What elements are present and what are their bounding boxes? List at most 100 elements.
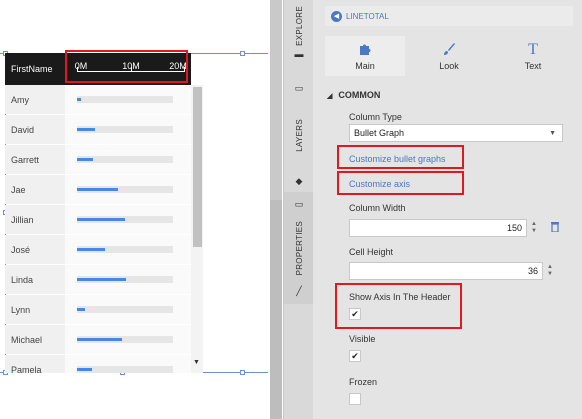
tab-layers-label: LAYERS: [294, 118, 304, 152]
table-row[interactable]: Linda: [5, 265, 191, 295]
collapse-triangle-icon: ◢: [327, 93, 333, 100]
visible-checkbox[interactable]: ✔: [349, 350, 361, 362]
explore-icon: ▬: [294, 48, 304, 59]
properties-panel: ◀ LINETOTAL Main Look T Text ◢ COMMON Col…: [313, 0, 582, 419]
first-name-cell: Jae: [5, 175, 65, 204]
bullet-track: [77, 276, 173, 283]
bullet-track: [77, 156, 173, 163]
tab-explore-label: EXPLORE: [294, 6, 304, 46]
bullet-bar: [77, 158, 94, 161]
tab-properties-label: PROPERTIES: [294, 220, 304, 276]
tab-text-label: Text: [524, 60, 542, 71]
section-common[interactable]: ◢ COMMON: [327, 90, 380, 100]
wrench-icon: ╱: [296, 285, 302, 296]
properties-panel-icon: ▭: [294, 199, 304, 209]
first-name-cell: Michael: [5, 325, 65, 354]
splitter[interactable]: [270, 0, 282, 419]
visible-label: Visible: [349, 334, 376, 344]
bullet-graph-cell: [65, 175, 191, 204]
tab-look-label: Look: [439, 60, 459, 71]
table-row[interactable]: Jillian: [5, 205, 191, 235]
scrollbar-thumb[interactable]: [193, 87, 202, 247]
bullet-track: [77, 246, 173, 253]
cell-height-stepper[interactable]: ▲ ▼: [545, 262, 555, 280]
brush-icon: [442, 42, 456, 58]
bullet-track: [77, 366, 173, 373]
first-name-cell: David: [5, 115, 65, 144]
frozen-label: Frozen: [349, 377, 378, 387]
scroll-down-icon[interactable]: ▼: [193, 359, 200, 366]
back-label: LINETOTAL: [346, 11, 389, 21]
column-type-select[interactable]: Bullet Graph ▼: [349, 124, 563, 142]
side-tab-bar: EXPLORE ▬ ▭ LAYERS ◆ ▭ PROPERTIES ╱: [283, 0, 314, 419]
bullet-bar: [77, 98, 81, 101]
resize-handle-bottom-right[interactable]: [240, 370, 245, 375]
bullet-bar: [77, 308, 85, 311]
bullet-bar: [77, 278, 126, 281]
table-row[interactable]: Lynn: [5, 295, 191, 325]
puzzle-icon: [358, 42, 372, 58]
bullet-graph-cell: [65, 85, 191, 114]
bullet-graph-cell: [65, 325, 191, 354]
table-row[interactable]: José: [5, 235, 191, 265]
tab-main-label: Main: [355, 60, 375, 71]
first-name-cell: Lynn: [5, 295, 65, 324]
bullet-bar: [77, 368, 93, 371]
bullet-bar: [77, 248, 105, 251]
highlight-axis-header: [65, 50, 188, 83]
table-row[interactable]: Garrett: [5, 145, 191, 175]
bullet-graph-cell: [65, 265, 191, 294]
chevron-down-icon: ▼: [549, 130, 556, 137]
tab-look[interactable]: Look: [409, 36, 489, 76]
tab-properties[interactable]: ▭ PROPERTIES ╱: [284, 192, 314, 304]
tab-layers[interactable]: ▭ LAYERS ◆: [284, 80, 314, 190]
bullet-bar: [77, 338, 123, 341]
table-row[interactable]: David: [5, 115, 191, 145]
bullet-graph-cell: [65, 295, 191, 324]
bullet-track: [77, 306, 173, 313]
first-name-cell: José: [5, 235, 65, 264]
bullet-track: [77, 186, 173, 193]
table-row[interactable]: Pamela: [5, 355, 191, 373]
back-button[interactable]: ◀ LINETOTAL: [325, 6, 573, 26]
trash-icon[interactable]: [550, 221, 560, 235]
bullet-track: [77, 126, 173, 133]
bullet-graph-cell: [65, 115, 191, 144]
resize-handle-top-right[interactable]: [240, 51, 245, 56]
highlight-customize-bullet-graphs: [337, 145, 464, 169]
bullet-graph-cell: [65, 355, 191, 373]
bullet-bar: [77, 218, 125, 221]
first-name-cell: Garrett: [5, 145, 65, 174]
column-width-label: Column Width: [349, 203, 406, 213]
column-width-input[interactable]: 150: [349, 219, 527, 237]
table-row[interactable]: Amy: [5, 85, 191, 115]
back-arrow-icon: ◀: [331, 10, 342, 22]
cell-height-label: Cell Height: [349, 247, 394, 257]
cell-height-input[interactable]: 36: [349, 262, 543, 280]
layers-icon: ◆: [295, 176, 303, 186]
bullet-track: [77, 216, 173, 223]
bullet-bar: [77, 128, 96, 131]
column-type-label: Column Type: [349, 112, 402, 122]
frozen-checkbox[interactable]: [349, 393, 361, 405]
highlight-customize-axis: [337, 171, 464, 195]
column-header-firstname[interactable]: FirstName: [5, 53, 65, 85]
column-width-stepper[interactable]: ▲ ▼: [529, 219, 539, 237]
bullet-graph-cell: [65, 145, 191, 174]
first-name-cell: Jillian: [5, 205, 65, 234]
tab-explore[interactable]: EXPLORE ▬: [284, 6, 314, 76]
bullet-bar: [77, 188, 119, 191]
table-row[interactable]: Michael: [5, 325, 191, 355]
data-grid: FirstName 0M 10M 20M Amy David Garrett Jae J…: [5, 53, 203, 373]
first-name-cell: Pamela: [5, 355, 65, 373]
table-row[interactable]: Jae: [5, 175, 191, 205]
first-name-cell: Amy: [5, 85, 65, 114]
bullet-graph-cell: [65, 235, 191, 264]
bullet-track: [77, 336, 173, 343]
highlight-show-axis: [335, 283, 462, 329]
tab-text[interactable]: T Text: [493, 36, 573, 76]
text-icon: T: [528, 40, 538, 58]
layers-panel-icon: ▭: [294, 83, 304, 93]
tab-main[interactable]: Main: [325, 36, 405, 76]
bullet-graph-cell: [65, 205, 191, 234]
